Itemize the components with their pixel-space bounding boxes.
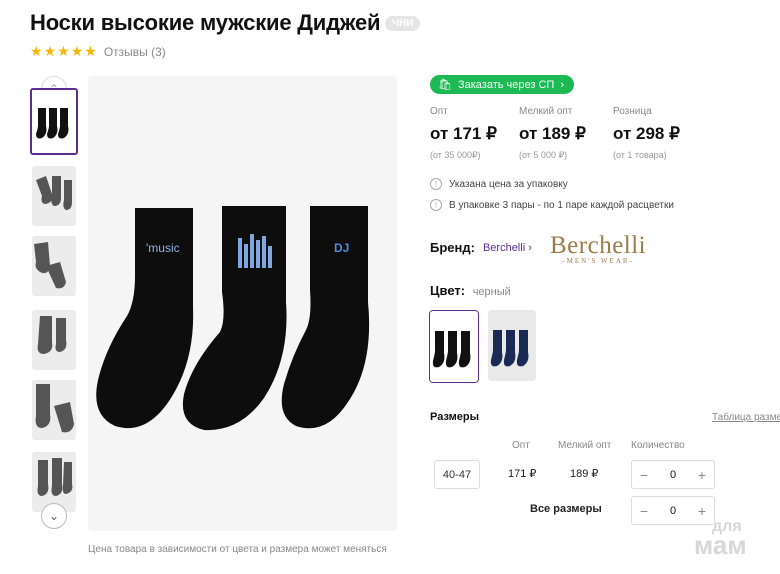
- price-value: от 298 ₽: [613, 124, 680, 143]
- price-value: от 171 ₽: [430, 124, 497, 143]
- info-line: ! Указана цена за упаковку: [430, 178, 568, 190]
- scroll-down-button[interactable]: ⌄: [41, 503, 67, 529]
- price-label: Мелкий опт: [519, 106, 573, 117]
- thumbnail-4[interactable]: [32, 310, 76, 370]
- column-header-opt: Опт: [512, 440, 530, 451]
- color-row: Цвет: черный: [430, 283, 511, 298]
- star-icon: ★: [30, 43, 43, 59]
- star-icon: ★: [43, 43, 57, 59]
- column-header-quantity: Количество: [631, 440, 685, 451]
- brand-logo-text: Berchelli: [550, 232, 647, 259]
- thumbnail-5[interactable]: [32, 380, 76, 440]
- info-icon: !: [430, 178, 442, 190]
- thumbnail-2[interactable]: [32, 166, 76, 226]
- rating[interactable]: ★ ★ ★ ★ ★ Отзывы (3): [30, 43, 166, 60]
- size-table-link[interactable]: Таблица разме: [712, 412, 780, 423]
- watermark-line2: мам: [694, 530, 747, 561]
- price-note: (от 1 товара): [613, 150, 667, 160]
- brand-row: Бренд: Berchelli ›: [430, 240, 532, 255]
- product-badge: ЧНИ: [385, 16, 421, 31]
- order-button-label: Заказать через СП: [457, 78, 555, 91]
- minus-button[interactable]: −: [632, 503, 656, 519]
- quantity-value[interactable]: 0: [670, 469, 676, 481]
- color-swatch-navy[interactable]: [488, 310, 536, 381]
- quantity-value[interactable]: 0: [670, 505, 676, 517]
- size-price-opt: 171 ₽: [508, 468, 537, 480]
- brand-label: Бренд:: [430, 240, 475, 255]
- brand-link[interactable]: Berchelli ›: [483, 242, 532, 254]
- size-chip[interactable]: 40-47: [434, 460, 480, 489]
- price-retail: Розница от 298 ₽ (от 1 товара): [613, 106, 680, 160]
- star-icon: ★: [57, 43, 70, 59]
- thumbnail-1[interactable]: [30, 88, 78, 155]
- svg-text:DJ: DJ: [334, 241, 349, 255]
- socks-thumbnail-image: [32, 236, 76, 296]
- price-disclaimer: Цена товара в зависимости от цвета и раз…: [88, 544, 387, 555]
- info-icon: !: [430, 199, 442, 211]
- star-icon: ★: [70, 43, 84, 59]
- price-label: Розница: [613, 106, 652, 117]
- product-title: Носки высокие мужские Диджей: [30, 10, 381, 35]
- socks-thumbnail-image: [32, 90, 76, 153]
- star-icon: ★: [84, 43, 97, 59]
- order-via-sp-button[interactable]: 🛍 Заказать через СП ›: [430, 75, 574, 94]
- brand-logo: Berchelli -MEN'S WEAR-: [550, 232, 646, 265]
- plus-button[interactable]: +: [690, 467, 714, 483]
- quantity-stepper[interactable]: − 0 +: [631, 460, 715, 489]
- reviews-link[interactable]: Отзывы (3): [104, 45, 166, 59]
- chevron-right-icon: ›: [528, 241, 532, 254]
- socks-thumbnail-image: [32, 166, 76, 226]
- socks-image: 'music DJ: [88, 76, 397, 531]
- color-value: черный: [472, 286, 511, 298]
- chevron-down-icon: ⌄: [48, 509, 60, 523]
- svg-text:'music: 'music: [146, 241, 180, 255]
- color-swatch-black[interactable]: [429, 310, 479, 383]
- price-label: Опт: [430, 106, 448, 117]
- column-header-small-opt: Мелкий опт: [558, 440, 612, 451]
- navy-socks-swatch-image: [488, 310, 536, 381]
- price-note: (от 35 000₽): [430, 150, 481, 160]
- all-sizes-label: Все размеры: [530, 503, 602, 515]
- price-value: от 189 ₽: [519, 124, 586, 143]
- info-line: ! В упаковке 3 пары - по 1 паре каждой р…: [430, 199, 674, 211]
- cart-icon: 🛍: [438, 79, 452, 91]
- thumbnail-3[interactable]: [32, 236, 76, 296]
- info-text: Указана цена за упаковку: [449, 178, 568, 190]
- brand-name: Berchelli: [482, 241, 526, 254]
- black-socks-swatch-image: [430, 311, 478, 382]
- thumbnail-strip: ⌃: [30, 76, 78, 529]
- minus-button[interactable]: −: [632, 467, 656, 483]
- color-label: Цвет:: [430, 283, 466, 298]
- plus-button[interactable]: +: [690, 503, 714, 519]
- sizes-title: Размеры: [430, 411, 480, 423]
- socks-thumbnail-image: [32, 310, 76, 370]
- brand-logo-subtitle: -MEN'S WEAR-: [562, 257, 634, 265]
- watermark: для мам: [694, 518, 747, 561]
- chevron-right-icon: ›: [560, 78, 564, 91]
- info-text: В упаковке 3 пары - по 1 паре каждой рас…: [449, 199, 674, 211]
- main-product-image[interactable]: 'music DJ: [88, 76, 397, 531]
- price-small-wholesale: Мелкий опт от 189 ₽ (от 5 000 ₽): [519, 106, 586, 161]
- size-price-small-opt: 189 ₽: [570, 468, 599, 480]
- price-wholesale: Опт от 171 ₽ (от 35 000₽): [430, 106, 497, 161]
- socks-thumbnail-image: [32, 380, 76, 440]
- price-note: (от 5 000 ₽): [519, 150, 568, 160]
